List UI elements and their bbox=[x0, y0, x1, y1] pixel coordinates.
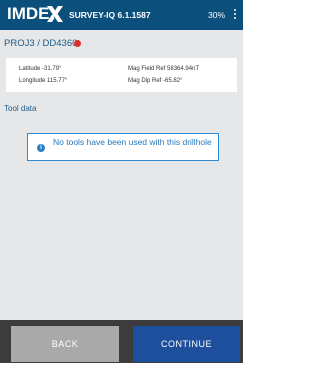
more-menu-icon[interactable] bbox=[233, 9, 237, 21]
notice-text: No tools have been used with this drillh… bbox=[53, 137, 212, 147]
battery-level: 30% bbox=[208, 10, 226, 20]
status-dot-icon bbox=[74, 40, 81, 47]
latitude-value: Latitude -31.79° bbox=[19, 66, 62, 72]
info-icon: i bbox=[37, 144, 45, 152]
longitude-value: Longitude 115.77° bbox=[19, 78, 68, 84]
button-bar: BACK CONTINUE bbox=[0, 320, 243, 363]
app-header: IMDEX SURVEY-IQ 6.1.1587 30% bbox=[0, 0, 243, 30]
back-button[interactable]: BACK bbox=[11, 326, 119, 362]
continue-button[interactable]: CONTINUE bbox=[133, 326, 240, 362]
mag-field-ref-value: Mag Field Ref 58364.94nT bbox=[128, 66, 200, 72]
main-content: PROJ3 / DD4360 Latitude -31.79° Longitud… bbox=[0, 30, 243, 320]
logo-x-icon bbox=[47, 6, 63, 22]
reference-panel: Latitude -31.79° Longitude 115.77° Mag F… bbox=[6, 58, 237, 92]
tool-data-heading: Tool data bbox=[4, 104, 37, 113]
no-tools-notice: i No tools have been used with this dril… bbox=[27, 133, 219, 161]
drillhole-title: PROJ3 / DD4360 bbox=[4, 38, 78, 49]
footer: BACK CONTINUE bbox=[0, 320, 243, 383]
mag-dip-ref-value: Mag Dip Ref -65.82° bbox=[128, 78, 183, 84]
app-name: SURVEY-IQ 6.1.1587 bbox=[69, 10, 151, 20]
